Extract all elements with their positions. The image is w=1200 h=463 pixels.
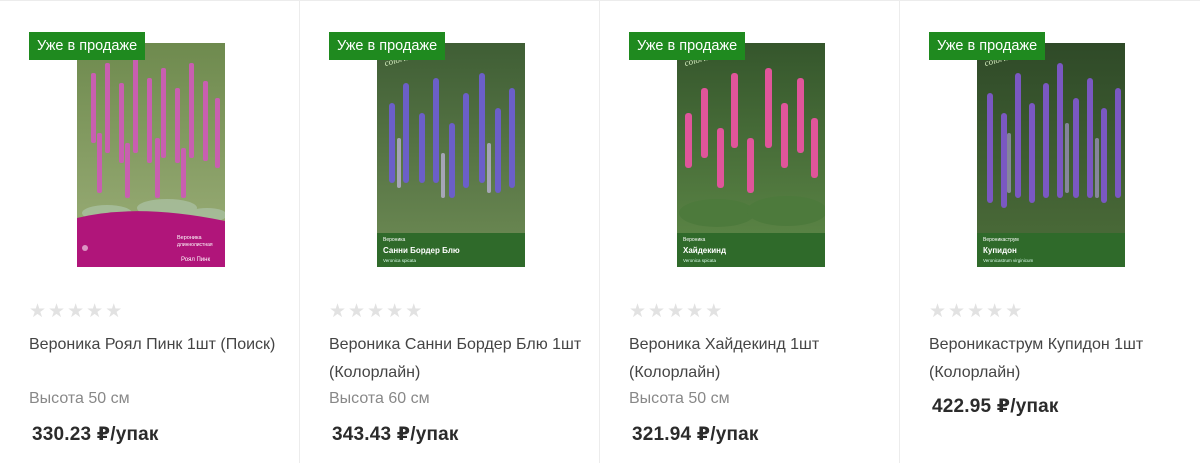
svg-text:Veronicastrum virginicum: Veronicastrum virginicum	[983, 258, 1034, 263]
star-icon[interactable]: ★	[986, 301, 1003, 323]
svg-text:Вероника: Вероника	[683, 237, 706, 243]
svg-text:Хайдекинд: Хайдекинд	[683, 246, 726, 255]
product-image[interactable]: Вероникаструм Купидон Veronicastrum virg…	[977, 43, 1125, 267]
star-icon[interactable]: ★	[667, 301, 684, 323]
star-icon[interactable]: ★	[67, 301, 84, 323]
svg-text:длиннолистная: длиннолистная	[177, 242, 213, 248]
star-icon[interactable]: ★	[629, 301, 646, 323]
product-image[interactable]: Вероника длиннолистная Роял Пинк	[77, 43, 225, 267]
product-price: 422.95 ₽/упак	[932, 396, 1059, 417]
svg-text:Veronica spicata: Veronica spicata	[683, 258, 717, 263]
svg-text:Купидон: Купидон	[983, 246, 1017, 255]
star-icon[interactable]: ★	[929, 301, 946, 323]
svg-text:Вероника: Вероника	[177, 235, 202, 241]
rating-stars[interactable]: ★ ★ ★ ★ ★	[629, 301, 722, 323]
product-image[interactable]: Вероника Санни Бордер Блю Veronica spica…	[377, 43, 525, 267]
product-price: 321.94 ₽/упак	[632, 424, 759, 445]
svg-text:Санни Бордер Блю: Санни Бордер Блю	[383, 246, 460, 255]
product-grid: Уже в продаже Вероника длиннолистная Роя…	[0, 0, 1200, 463]
star-icon[interactable]: ★	[967, 301, 984, 323]
in-stock-badge: Уже в продаже	[329, 32, 446, 60]
star-icon[interactable]: ★	[948, 301, 965, 323]
seed-packet-image: Вероника длиннолистная Роял Пинк	[77, 43, 225, 267]
star-icon[interactable]: ★	[329, 301, 346, 323]
in-stock-badge: Уже в продаже	[29, 32, 146, 60]
product-price: 330.23 ₽/упак	[32, 424, 159, 445]
star-icon[interactable]: ★	[648, 301, 665, 323]
product-height: Высота 60 см	[329, 390, 430, 407]
star-icon[interactable]: ★	[86, 301, 103, 323]
svg-text:Роял Пинк: Роял Пинк	[181, 257, 210, 263]
seed-packet-image: Вероникаструм Купидон Veronicastrum virg…	[977, 43, 1125, 267]
star-icon[interactable]: ★	[705, 301, 722, 323]
rating-stars[interactable]: ★ ★ ★ ★ ★	[929, 301, 1022, 323]
product-card[interactable]: Уже в продаже	[900, 1, 1200, 463]
star-icon[interactable]: ★	[48, 301, 65, 323]
seed-packet-image: Вероника Хайдекинд Veronica spicata colo…	[677, 43, 825, 267]
svg-text:Veronica spicata: Veronica spicata	[383, 258, 417, 263]
product-image[interactable]: Вероника Хайдекинд Veronica spicata colo…	[677, 43, 825, 267]
star-icon[interactable]: ★	[386, 301, 403, 323]
product-card[interactable]: Уже в продаже	[600, 1, 900, 463]
product-card[interactable]: Уже в продаже	[300, 1, 600, 463]
star-icon[interactable]: ★	[348, 301, 365, 323]
in-stock-badge: Уже в продаже	[929, 32, 1046, 60]
seed-packet-image: Вероника Санни Бордер Блю Veronica spica…	[377, 43, 525, 267]
product-title-link[interactable]: Вероника Роял Пинк 1шт (Поиск)	[29, 331, 284, 359]
star-icon[interactable]: ★	[686, 301, 703, 323]
star-icon[interactable]: ★	[1005, 301, 1022, 323]
product-price: 343.43 ₽/упак	[332, 424, 459, 445]
star-icon[interactable]: ★	[367, 301, 384, 323]
star-icon[interactable]: ★	[105, 301, 122, 323]
product-height: Высота 50 см	[29, 390, 130, 407]
product-card[interactable]: Уже в продаже	[0, 1, 300, 463]
svg-text:Вероника: Вероника	[383, 237, 406, 243]
product-height: Высота 50 см	[629, 390, 730, 407]
rating-stars[interactable]: ★ ★ ★ ★ ★	[29, 301, 122, 323]
product-title-link[interactable]: Вероникаструм Купидон 1шт (Колорлайн)	[929, 331, 1184, 387]
star-icon[interactable]: ★	[405, 301, 422, 323]
product-title-link[interactable]: Вероника Санни Бордер Блю 1шт (Колорлайн…	[329, 331, 584, 387]
rating-stars[interactable]: ★ ★ ★ ★ ★	[329, 301, 422, 323]
product-title-link[interactable]: Вероника Хайдекинд 1шт (Колорлайн)	[629, 331, 884, 387]
in-stock-badge: Уже в продаже	[629, 32, 746, 60]
svg-text:Вероникаструм: Вероникаструм	[983, 237, 1019, 243]
star-icon[interactable]: ★	[29, 301, 46, 323]
